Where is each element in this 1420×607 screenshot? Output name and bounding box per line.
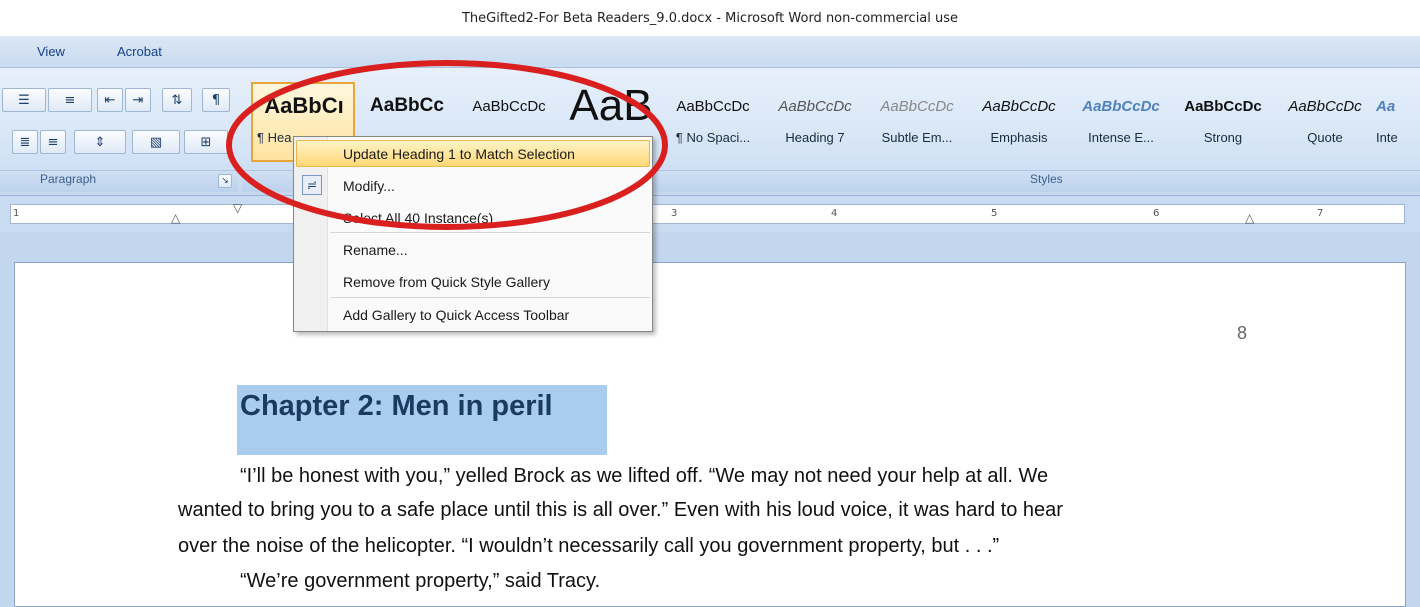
style-sample: AaBbCcDc [778, 97, 852, 115]
annotation-ellipse [226, 60, 668, 230]
ruler: 1 3 4 5 6 7 △ ▽ △ [0, 196, 1420, 232]
pilcrow-icon: ¶ [211, 92, 221, 108]
title-bar: TheGifted2-For Beta Readers_9.0.docx - M… [0, 0, 1420, 36]
tab-view[interactable]: View [37, 44, 65, 59]
style-name: Subtle Em... [881, 130, 953, 145]
ruler-mark: 1 [13, 208, 20, 219]
style-intense-emphasis[interactable]: AaBbCcDc Intense E... [1070, 82, 1172, 160]
menu-item-remove-from-gallery[interactable]: Remove from Quick Style Gallery [343, 274, 550, 290]
style-strong[interactable]: AaBbCcDc Strong [1172, 82, 1274, 160]
justify-icon: ≡ [47, 134, 59, 150]
style-heading-7[interactable]: AaBbCcDc Heading 7 [764, 82, 866, 160]
window-title: TheGifted2-For Beta Readers_9.0.docx - M… [461, 10, 959, 26]
style-no-spacing[interactable]: AaBbCcDc ¶ No Spaci... [662, 82, 764, 160]
body-line[interactable]: wanted to bring you to a safe place unti… [178, 499, 1063, 522]
style-sample: AaBbCcDc [1184, 97, 1262, 115]
paragraph-group-bar [0, 170, 238, 192]
chapter-heading[interactable]: Chapter 2: Men in peril [240, 390, 553, 423]
style-name: Inte [1376, 130, 1398, 145]
multilevel-list-button[interactable]: ≡ [48, 88, 92, 112]
borders-icon: ⊞ [200, 134, 212, 150]
menu-separator [330, 297, 650, 298]
ruler-mark: 5 [991, 208, 998, 219]
bullets-icon: ☰ [18, 92, 30, 108]
tab-acrobat[interactable]: Acrobat [117, 44, 162, 59]
style-sample: AaBbCcDc [880, 97, 954, 115]
style-quote[interactable]: AaBbCcDc Quote [1274, 82, 1376, 160]
decrease-indent-icon: ⇤ [104, 92, 116, 108]
page-number: 8 [1237, 323, 1248, 343]
menu-item-rename[interactable]: Rename... [343, 242, 408, 258]
style-sample: AaBbCcDc [982, 97, 1056, 115]
style-intense-quote[interactable]: Aa Inte [1376, 82, 1420, 160]
ruler-mark: 7 [1317, 208, 1324, 219]
paragraph-group-label: Paragraph [40, 172, 97, 186]
ruler-strip[interactable]: 1 3 4 5 6 7 △ ▽ △ [10, 201, 1405, 225]
line-spacing-icon: ⇕ [94, 134, 106, 150]
style-name: Heading 7 [785, 130, 845, 145]
ribbon-tabs: View Acrobat [0, 36, 1420, 68]
right-indent-marker-icon[interactable]: △ [1245, 211, 1254, 225]
body-line[interactable]: “I’ll be honest with you,” yelled Brock … [240, 465, 1048, 488]
bullets-button[interactable]: ☰ [2, 88, 46, 112]
styles-group-label: Styles [1030, 172, 1063, 186]
left-indent-marker-icon[interactable]: △ [171, 211, 180, 225]
line-spacing-button[interactable]: ⇕ [74, 130, 126, 154]
style-name: Emphasis [990, 130, 1048, 145]
style-emphasis[interactable]: AaBbCcDc Emphasis [968, 82, 1070, 160]
style-name: Quote [1307, 130, 1343, 145]
menu-item-add-gallery-to-qat[interactable]: Add Gallery to Quick Access Toolbar [343, 307, 569, 323]
style-subtle-emphasis[interactable]: AaBbCcDc Subtle Em... [866, 82, 968, 160]
style-name: ¶ No Spaci... [675, 130, 751, 145]
style-sample: Aa [1376, 97, 1396, 115]
style-name: Strong [1203, 130, 1243, 145]
shading-button[interactable]: ▧ [132, 130, 180, 154]
increase-indent-icon: ⇥ [132, 92, 144, 108]
sort-button[interactable]: ⇅ [162, 88, 192, 112]
ruler-mark: 4 [831, 208, 838, 219]
annotation-ellipse-shape [226, 60, 668, 230]
ruler-mark: 6 [1153, 208, 1160, 219]
increase-indent-button[interactable]: ⇥ [125, 88, 151, 112]
shading-icon: ▧ [149, 134, 163, 150]
style-name: Intense E... [1088, 130, 1154, 145]
multilevel-list-icon: ≡ [64, 92, 76, 108]
sort-icon: ⇅ [171, 92, 183, 108]
style-sample: AaBbCcDc [1288, 97, 1362, 115]
body-line[interactable]: “We’re government property,” said Tracy. [240, 570, 600, 593]
style-sample: AaBbCcDc [1082, 97, 1160, 115]
style-sample: AaBbCcDc [676, 97, 750, 115]
decrease-indent-button[interactable]: ⇤ [97, 88, 123, 112]
align-right-icon: ≣ [19, 134, 31, 150]
body-line[interactable]: over the noise of the helicopter. “I wou… [178, 535, 999, 558]
align-right-button[interactable]: ≣ [12, 130, 38, 154]
justify-button[interactable]: ≡ [40, 130, 66, 154]
